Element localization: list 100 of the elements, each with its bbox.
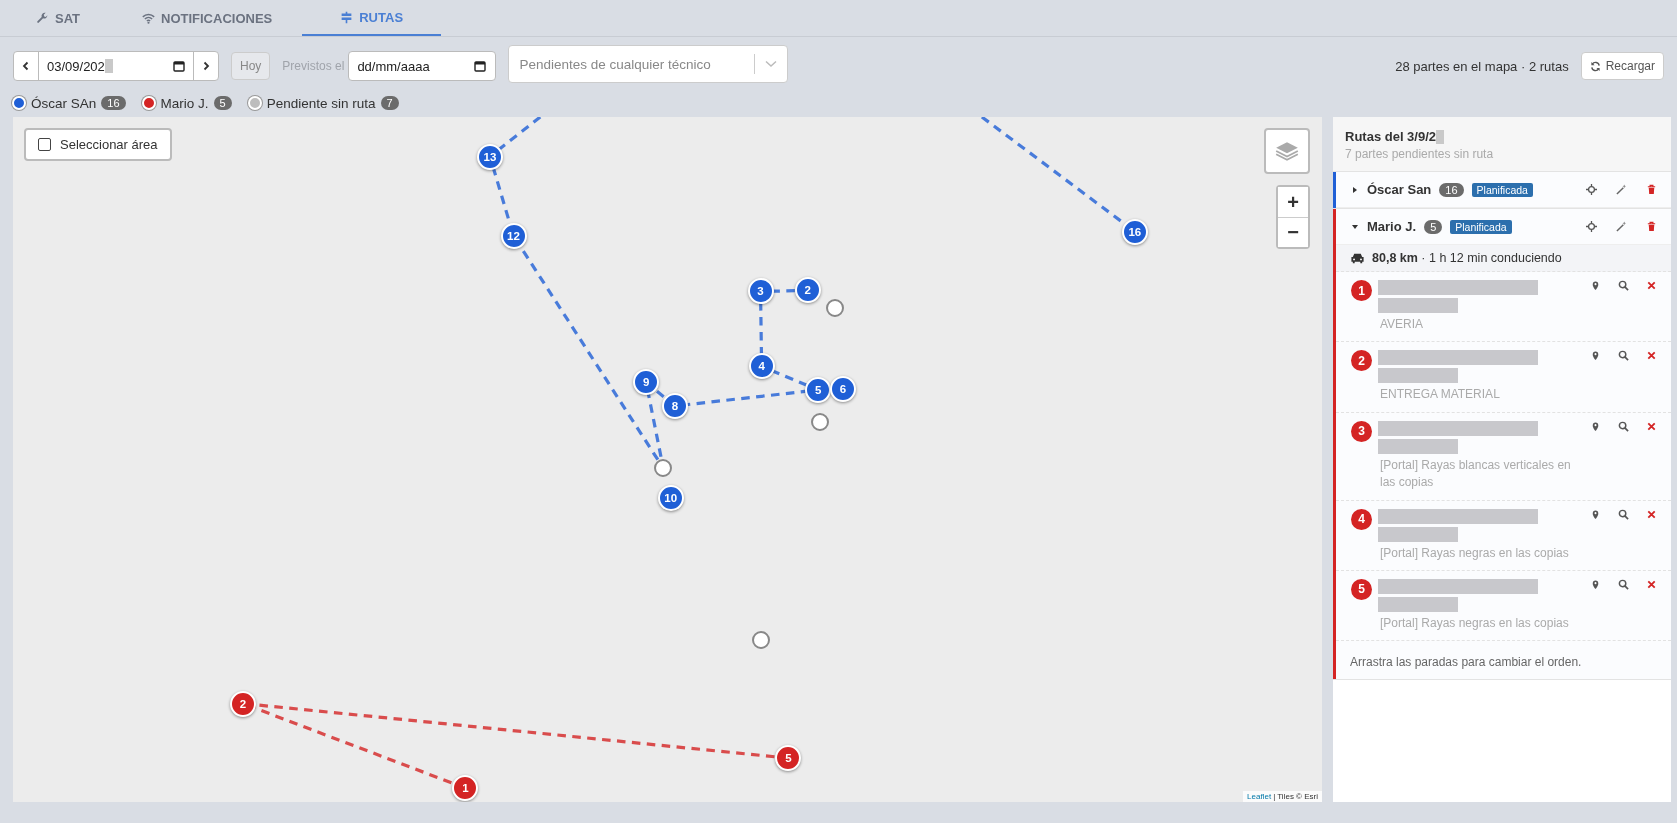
trash-icon[interactable] bbox=[1646, 184, 1657, 195]
map-pin-icon[interactable] bbox=[1590, 350, 1601, 362]
remove-icon[interactable] bbox=[1646, 350, 1657, 362]
caret-icon[interactable] bbox=[1351, 222, 1359, 231]
tab[interactable]: SAT bbox=[20, 0, 126, 36]
map-marker[interactable]: 13 bbox=[476, 143, 503, 170]
stop-item[interactable]: 5 [Portal] Rayas negras en las copias bbox=[1336, 570, 1671, 642]
tab[interactable]: NOTIFICACIONES bbox=[126, 0, 303, 36]
checkbox[interactable] bbox=[38, 138, 51, 151]
count-badge: 5 bbox=[1424, 219, 1443, 234]
pending-marker[interactable] bbox=[826, 298, 845, 317]
map-marker[interactable]: 3 bbox=[747, 278, 774, 305]
map-marker[interactable]: 1 bbox=[452, 775, 479, 802]
magic-wand-icon[interactable] bbox=[1616, 221, 1627, 232]
map-marker[interactable]: 12 bbox=[500, 222, 527, 249]
map-marker[interactable]: 6 bbox=[829, 375, 856, 402]
map-marker[interactable]: 2 bbox=[794, 277, 821, 304]
stop-number: 2 bbox=[1351, 350, 1372, 372]
magic-wand-icon[interactable] bbox=[1616, 184, 1627, 195]
stop-number: 1 bbox=[1351, 280, 1372, 301]
select-area-button[interactable]: Seleccionar área bbox=[24, 128, 172, 161]
remove-icon[interactable] bbox=[1646, 280, 1657, 291]
refresh-icon bbox=[1589, 60, 1601, 72]
reorder-hint: Arrastra las paradas para cambiar el orden. bbox=[1349, 654, 1583, 672]
chevron-down-icon bbox=[765, 60, 778, 68]
pending-marker[interactable] bbox=[811, 413, 830, 432]
map-summary: 28 partes en el mapa · 2 rutas bbox=[1395, 58, 1569, 74]
technician-select[interactable]: Pendientes de cualquier técnico bbox=[508, 45, 789, 83]
stop-description: [Portal] Rayas negras en las copias bbox=[1379, 544, 1570, 562]
panel-title: Rutas del 3/9/2 bbox=[1345, 129, 1437, 144]
map-pin-icon[interactable] bbox=[1590, 578, 1601, 590]
stop-description: [Portal] Rayas blancas verticales en las copias bbox=[1379, 456, 1572, 492]
pending-marker[interactable] bbox=[751, 631, 770, 650]
status-badge: Planificada bbox=[1471, 182, 1533, 197]
legend-label: Mario J. bbox=[160, 95, 209, 111]
stop-item[interactable]: 2 ENTREGA MATERIAL bbox=[1336, 342, 1671, 413]
chevron-right-icon bbox=[201, 61, 211, 71]
remove-icon[interactable] bbox=[1646, 508, 1657, 520]
remove-icon[interactable] bbox=[1646, 420, 1657, 432]
route-summary: 80,8 km · 1 h 12 min conduciendo bbox=[1372, 251, 1562, 265]
map-marker[interactable]: 4 bbox=[748, 353, 775, 380]
crosshair-icon[interactable] bbox=[1586, 221, 1597, 232]
stop-item[interactable]: 4 [Portal] Rayas negras en las copias bbox=[1336, 500, 1671, 571]
wrench-icon bbox=[36, 11, 49, 25]
legend-label: Óscar SAn bbox=[31, 95, 97, 111]
count-badge: 7 bbox=[380, 96, 399, 110]
map-pin-icon[interactable] bbox=[1590, 508, 1601, 520]
tab[interactable]: RUTAS bbox=[302, 0, 442, 36]
search-icon[interactable] bbox=[1618, 420, 1629, 432]
count-badge: 16 bbox=[101, 96, 126, 110]
date-value: 03/09/202 bbox=[47, 58, 105, 74]
count-badge: 16 bbox=[1439, 182, 1464, 197]
panel-subtitle: 7 partes pendientes sin ruta bbox=[1345, 147, 1495, 161]
map-marker[interactable]: 9 bbox=[633, 369, 660, 396]
redacted-text bbox=[1436, 129, 1445, 144]
trash-icon[interactable] bbox=[1646, 221, 1657, 232]
route-name: Mario J. bbox=[1367, 219, 1417, 234]
wifi-icon bbox=[142, 11, 155, 25]
redacted-text bbox=[104, 59, 113, 73]
today-button[interactable]: Hoy bbox=[231, 52, 271, 80]
crosshair-icon[interactable] bbox=[1586, 184, 1597, 195]
chevron-left-icon bbox=[21, 61, 31, 71]
status-badge: Planificada bbox=[1450, 219, 1512, 234]
car-icon bbox=[1350, 252, 1365, 264]
map-marker[interactable]: 5 bbox=[775, 745, 802, 772]
map-marker[interactable]: 16 bbox=[1121, 218, 1148, 245]
search-icon[interactable] bbox=[1618, 508, 1629, 520]
caret-icon[interactable] bbox=[1351, 185, 1359, 194]
count-badge: 5 bbox=[213, 96, 232, 110]
stop-number: 3 bbox=[1351, 420, 1372, 442]
map-background[interactable]: 13 12 3 2 4 5 6 9 8 10 16 2 1 5 Seleccionar área + − Leaflet | Tiles © Esri bbox=[13, 117, 1322, 802]
legend-label: Pendiente sin ruta bbox=[266, 95, 376, 111]
search-icon[interactable] bbox=[1618, 280, 1629, 291]
map-attribution: | Tiles © Esri bbox=[1273, 792, 1318, 801]
stop-number: 4 bbox=[1351, 508, 1372, 530]
stop-description: [Portal] Rayas negras en las copias bbox=[1379, 614, 1570, 632]
zoom-out-button[interactable]: − bbox=[1278, 217, 1308, 247]
reload-button[interactable]: Recargar bbox=[1580, 52, 1664, 80]
remove-icon[interactable] bbox=[1646, 578, 1657, 590]
search-icon[interactable] bbox=[1618, 350, 1629, 362]
stop-description: ENTREGA MATERIAL bbox=[1379, 386, 1501, 404]
map-marker[interactable]: 8 bbox=[662, 393, 688, 419]
planned-date-field[interactable]: dd/mm/aaaa bbox=[348, 51, 497, 81]
map-marker[interactable]: 10 bbox=[657, 485, 684, 512]
stop-description: AVERIA bbox=[1379, 316, 1425, 333]
stop-item[interactable]: 1 AVERIA bbox=[1336, 272, 1671, 343]
pending-marker[interactable] bbox=[654, 459, 673, 478]
route-name: Óscar San bbox=[1367, 182, 1432, 197]
leaflet-link[interactable]: Leaflet bbox=[1247, 792, 1272, 801]
date-field[interactable]: 03/09/202 bbox=[13, 51, 219, 81]
map-marker[interactable]: 2 bbox=[229, 690, 256, 717]
planned-label: Previstos el bbox=[282, 59, 345, 73]
signpost-icon bbox=[340, 10, 354, 24]
map-pin-icon[interactable] bbox=[1590, 420, 1601, 432]
calendar-icon bbox=[173, 60, 185, 72]
map-pin-icon[interactable] bbox=[1590, 280, 1601, 291]
search-icon[interactable] bbox=[1618, 578, 1629, 590]
map-marker[interactable]: 5 bbox=[805, 376, 832, 403]
stop-item[interactable]: 3 [Portal] Rayas blancas verticales en las copias bbox=[1336, 412, 1671, 501]
stop-number: 5 bbox=[1351, 578, 1372, 600]
